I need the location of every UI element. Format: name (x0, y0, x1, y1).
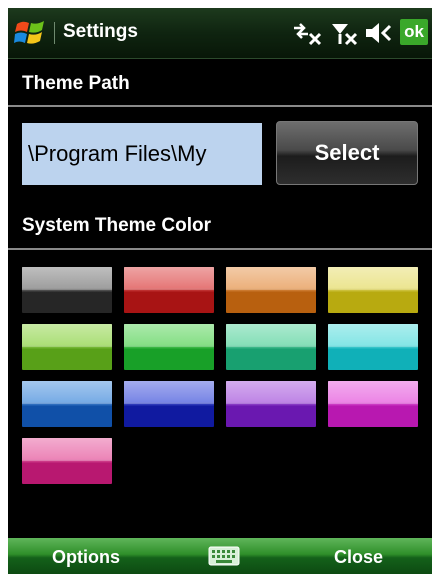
select-button[interactable]: Select (276, 121, 418, 185)
divider (8, 105, 432, 107)
close-button[interactable]: Close (334, 538, 383, 574)
color-swatch[interactable] (22, 324, 112, 370)
divider (8, 248, 432, 250)
color-swatch[interactable] (328, 324, 418, 370)
soft-key-bar: Options Close (8, 538, 432, 574)
volume-off-icon[interactable] (364, 20, 396, 46)
color-swatch[interactable] (22, 438, 112, 484)
connectivity-icon[interactable] (290, 20, 324, 46)
system-theme-color-label: System Theme Color (22, 215, 211, 236)
title-bar: Settings ok (8, 8, 432, 59)
ok-button[interactable]: ok (400, 19, 428, 45)
page-title: Settings (63, 21, 138, 42)
color-swatch[interactable] (124, 381, 214, 427)
color-swatch[interactable] (226, 267, 316, 313)
signal-off-icon[interactable] (330, 20, 360, 46)
color-swatch[interactable] (22, 267, 112, 313)
title-separator (54, 22, 55, 44)
color-swatch[interactable] (124, 267, 214, 313)
windows-start-icon[interactable] (14, 16, 48, 48)
device-screen: Settings ok Theme Path Select System The… (8, 8, 432, 574)
theme-path-label: Theme Path (22, 73, 130, 94)
color-swatch[interactable] (124, 324, 214, 370)
color-swatch[interactable] (226, 381, 316, 427)
keyboard-icon[interactable] (208, 546, 240, 566)
options-button[interactable]: Options (52, 538, 120, 574)
color-swatch[interactable] (328, 267, 418, 313)
color-swatch[interactable] (328, 381, 418, 427)
color-swatch[interactable] (226, 324, 316, 370)
color-swatch[interactable] (22, 381, 112, 427)
theme-path-input[interactable] (22, 123, 262, 185)
